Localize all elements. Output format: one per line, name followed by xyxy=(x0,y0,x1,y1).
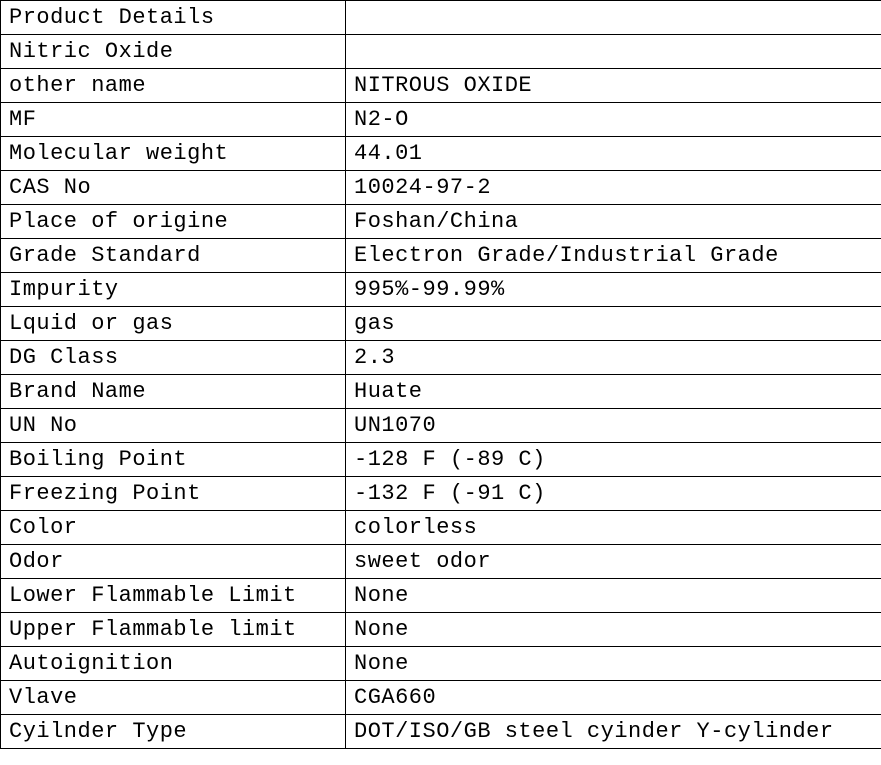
table-cell-value: -128 F (-89 C) xyxy=(346,443,881,477)
table-cell-label: UN No xyxy=(1,409,346,443)
table-row: Boiling Point -128 F (-89 C) xyxy=(1,443,881,477)
table-cell-label: MF xyxy=(1,103,346,137)
table-body: Product Details Nitric Oxide other name … xyxy=(1,1,881,749)
table-cell-label: Color xyxy=(1,511,346,545)
table-cell-value: CGA660 xyxy=(346,681,881,715)
table-cell-label: Autoignition xyxy=(1,647,346,681)
table-cell-value: NITROUS OXIDE xyxy=(346,69,881,103)
table-cell-label: Product Details xyxy=(1,1,346,35)
table-cell-label: Grade Standard xyxy=(1,239,346,273)
table-row: UN No UN1070 xyxy=(1,409,881,443)
table-cell-value: None xyxy=(346,579,881,613)
table-row: Autoignition None xyxy=(1,647,881,681)
table-cell-value: None xyxy=(346,647,881,681)
table-row: Lquid or gas gas xyxy=(1,307,881,341)
table-cell-value: N2-O xyxy=(346,103,881,137)
table-cell-label: Place of origine xyxy=(1,205,346,239)
table-cell-label: Lower Flammable Limit xyxy=(1,579,346,613)
table-cell-label: Nitric Oxide xyxy=(1,35,346,69)
table-cell-label: DG Class xyxy=(1,341,346,375)
table-cell-value: gas xyxy=(346,307,881,341)
table-cell-label: Brand Name xyxy=(1,375,346,409)
table-cell-value: sweet odor xyxy=(346,545,881,579)
table-cell-value: None xyxy=(346,613,881,647)
table-row: Grade Standard Electron Grade/Industrial… xyxy=(1,239,881,273)
table-cell-value: 44.01 xyxy=(346,137,881,171)
table-row: MF N2-O xyxy=(1,103,881,137)
table-row: CAS No 10024-97-2 xyxy=(1,171,881,205)
table-cell-label: Boiling Point xyxy=(1,443,346,477)
table-row: Lower Flammable Limit None xyxy=(1,579,881,613)
table-row: Nitric Oxide xyxy=(1,35,881,69)
table-cell-value xyxy=(346,35,881,69)
table-cell-value: Foshan/China xyxy=(346,205,881,239)
table-row: Impurity 995%-99.99% xyxy=(1,273,881,307)
table-row: Product Details xyxy=(1,1,881,35)
table-row: DG Class 2.3 xyxy=(1,341,881,375)
table-cell-label: Lquid or gas xyxy=(1,307,346,341)
table-cell-value: -132 F (-91 C) xyxy=(346,477,881,511)
table-row: Cyilnder Type DOT/ISO/GB steel cyinder Y… xyxy=(1,715,881,749)
table-cell-label: Molecular weight xyxy=(1,137,346,171)
table-row: Molecular weight 44.01 xyxy=(1,137,881,171)
table-row: Vlave CGA660 xyxy=(1,681,881,715)
table-cell-value: 995%-99.99% xyxy=(346,273,881,307)
table-cell-label: Cyilnder Type xyxy=(1,715,346,749)
table-cell-value: 10024-97-2 xyxy=(346,171,881,205)
table-cell-label: CAS No xyxy=(1,171,346,205)
table-cell-label: Odor xyxy=(1,545,346,579)
table-cell-label: Impurity xyxy=(1,273,346,307)
table-row: Color colorless xyxy=(1,511,881,545)
table-row: Odor sweet odor xyxy=(1,545,881,579)
table-cell-value: Huate xyxy=(346,375,881,409)
table-row: Freezing Point -132 F (-91 C) xyxy=(1,477,881,511)
table-cell-value xyxy=(346,1,881,35)
table-cell-value: 2.3 xyxy=(346,341,881,375)
table-cell-value: DOT/ISO/GB steel cyinder Y-cylinder xyxy=(346,715,881,749)
table-row: Upper Flammable limit None xyxy=(1,613,881,647)
table-row: Place of origine Foshan/China xyxy=(1,205,881,239)
table-row: other name NITROUS OXIDE xyxy=(1,69,881,103)
table-cell-value: Electron Grade/Industrial Grade xyxy=(346,239,881,273)
table-cell-label: other name xyxy=(1,69,346,103)
table-cell-value: colorless xyxy=(346,511,881,545)
table-cell-label: Vlave xyxy=(1,681,346,715)
table-cell-label: Freezing Point xyxy=(1,477,346,511)
table-cell-label: Upper Flammable limit xyxy=(1,613,346,647)
table-cell-value: UN1070 xyxy=(346,409,881,443)
product-details-table: Product Details Nitric Oxide other name … xyxy=(0,0,881,749)
table-row: Brand Name Huate xyxy=(1,375,881,409)
